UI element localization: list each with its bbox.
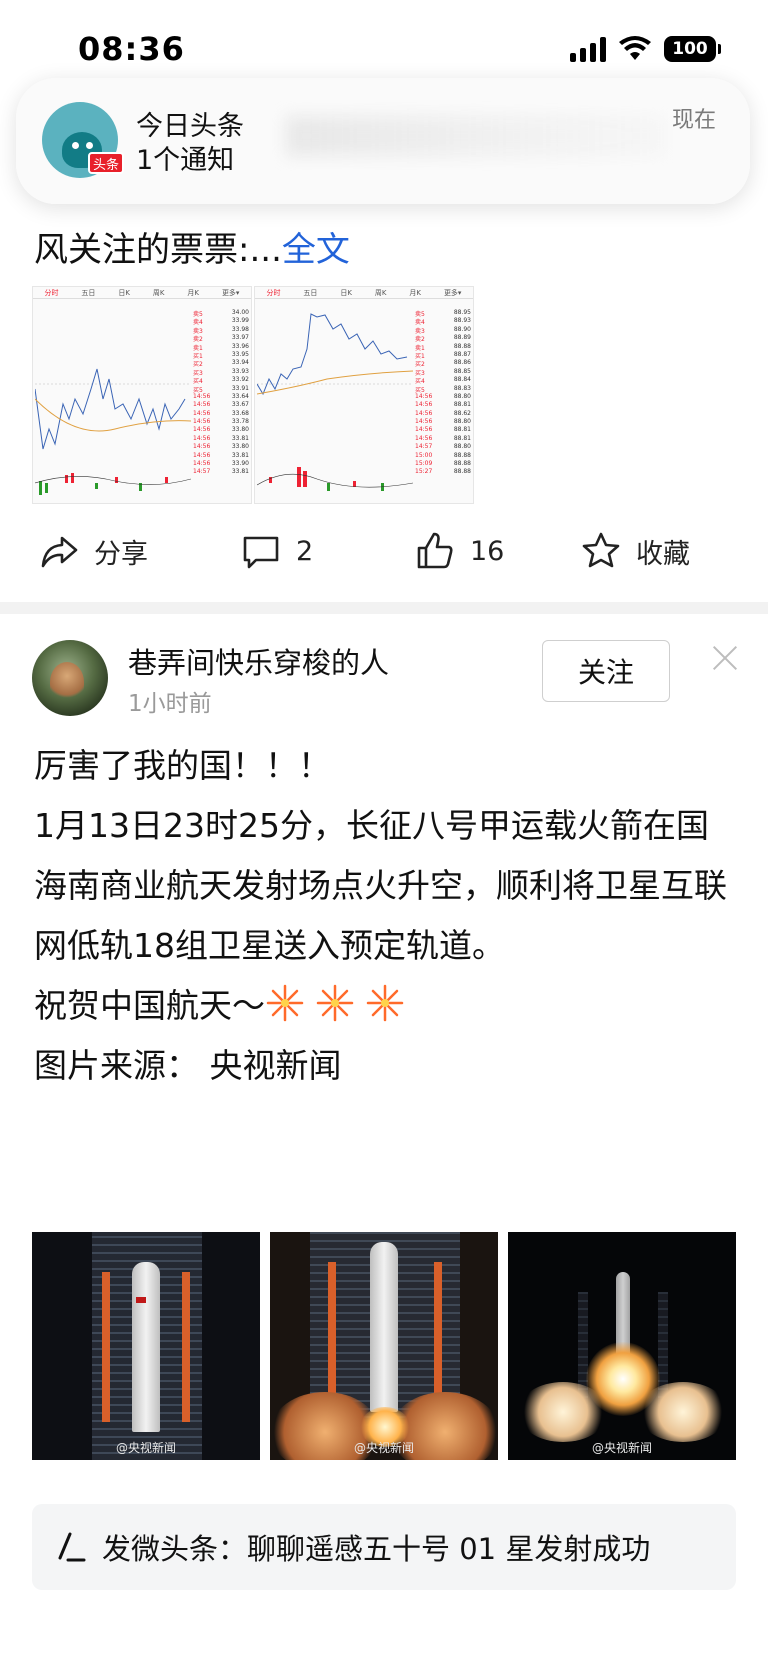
notification-time: 现在 xyxy=(671,108,716,133)
macd-chart xyxy=(257,467,413,491)
favorite-button[interactable]: 收藏 xyxy=(580,530,690,572)
firework-emoji-icon xyxy=(366,984,404,1022)
cellular-signal-icon xyxy=(570,36,606,62)
write-post-label: 发微头条：聊聊遥感五十号 01 星发射成功 xyxy=(102,1532,651,1566)
stock-chart-image-1[interactable]: 分时 五日 日K 周K 月K 更多▾ 卖5 34.00 卖4 33.99 卖3 33.9… xyxy=(32,286,252,504)
status-time: 08:36 xyxy=(78,30,185,68)
stock-chart-tabs: 分时 五日 日K 周K 月K 更多▾ xyxy=(33,287,251,299)
photo-watermark: @央视新闻 xyxy=(353,1441,414,1455)
favorite-label: 收藏 xyxy=(636,538,690,570)
stock-chart-tabs: 分时 五日 日K 周K 月K 更多▾ xyxy=(255,287,473,299)
notification-summary: 1个通知 xyxy=(136,145,235,176)
thumbs-up-icon xyxy=(417,532,453,569)
article-excerpt: 风关注的票票:... xyxy=(34,230,282,270)
post-photo-1[interactable]: @央视新闻 xyxy=(32,1232,260,1460)
wifi-icon xyxy=(619,36,651,60)
pen-icon xyxy=(58,1532,86,1562)
post-line: 厉害了我的国！！！ xyxy=(34,746,331,785)
firework-emoji-icon xyxy=(266,984,304,1022)
order-book: 卖5 34.00 卖4 33.99 卖3 33.98 卖2 33.97 卖1 33.96 买1 3… xyxy=(193,309,249,476)
like-count: 16 xyxy=(470,535,505,567)
status-icons: 100 xyxy=(570,36,721,62)
post-body[interactable]: 厉害了我的国！！！ 1月13日23时25分，长征八号甲运载火箭在国海南商业航天发… xyxy=(34,736,734,1096)
intraday-price-chart xyxy=(257,313,413,396)
post-photo-2[interactable]: @央视新闻 xyxy=(270,1232,498,1460)
intraday-price-chart xyxy=(35,368,191,450)
app-badge: 头条 xyxy=(88,152,124,174)
post-time: 1小时前 xyxy=(128,691,212,717)
share-label: 分享 xyxy=(94,538,148,570)
photo-watermark: @央视新闻 xyxy=(591,1441,652,1455)
author-avatar[interactable] xyxy=(32,640,108,716)
comment-icon xyxy=(243,536,279,569)
like-button[interactable]: 16 xyxy=(414,530,504,572)
full-text-link[interactable]: 全文 xyxy=(282,230,350,270)
stock-chart-image-2[interactable]: 分时 五日 日K 周K 月K 更多▾ 卖5 88.95 卖4 88.93 卖3 88.9… xyxy=(254,286,474,504)
post-line-source: 图片来源： 央视新闻 xyxy=(34,1046,342,1085)
comment-count: 2 xyxy=(296,535,314,567)
dismiss-icon[interactable] xyxy=(712,645,738,671)
article-text-tail[interactable]: 风关注的票票:...全文 xyxy=(34,222,350,271)
star-icon xyxy=(582,532,620,568)
order-book: 卖5 88.95 卖4 88.93 卖3 88.90 卖2 88.89 卖1 88.88 买1 8… xyxy=(415,309,471,476)
notification-banner[interactable]: 头条 今日头条 1个通知 现在 xyxy=(16,78,750,204)
post-line-congrats: 祝贺中国航天～ xyxy=(34,976,734,1036)
battery-icon: 100 xyxy=(664,36,721,62)
share-button[interactable]: 分享 xyxy=(38,530,148,572)
post-photo-3[interactable]: @央视新闻 xyxy=(508,1232,736,1460)
post-line: 1月13日23时25分，长征八号甲运载火箭在国海南商业航天发射场点火升空，顺利将… xyxy=(34,806,727,965)
photo-watermark: @央视新闻 xyxy=(115,1441,176,1455)
write-post-card[interactable]: 发微头条：聊聊遥感五十号 01 星发射成功 xyxy=(32,1504,736,1590)
comment-button[interactable]: 2 xyxy=(240,530,313,572)
firework-emoji-icon xyxy=(316,984,354,1022)
author-name[interactable]: 巷弄间快乐穿梭的人 xyxy=(128,640,389,682)
macd-chart xyxy=(35,473,191,495)
article-action-bar: 分享 2 16 收藏 xyxy=(0,522,768,586)
share-icon xyxy=(41,536,78,568)
feed-divider xyxy=(0,602,768,614)
follow-button[interactable]: 关注 xyxy=(542,640,670,702)
